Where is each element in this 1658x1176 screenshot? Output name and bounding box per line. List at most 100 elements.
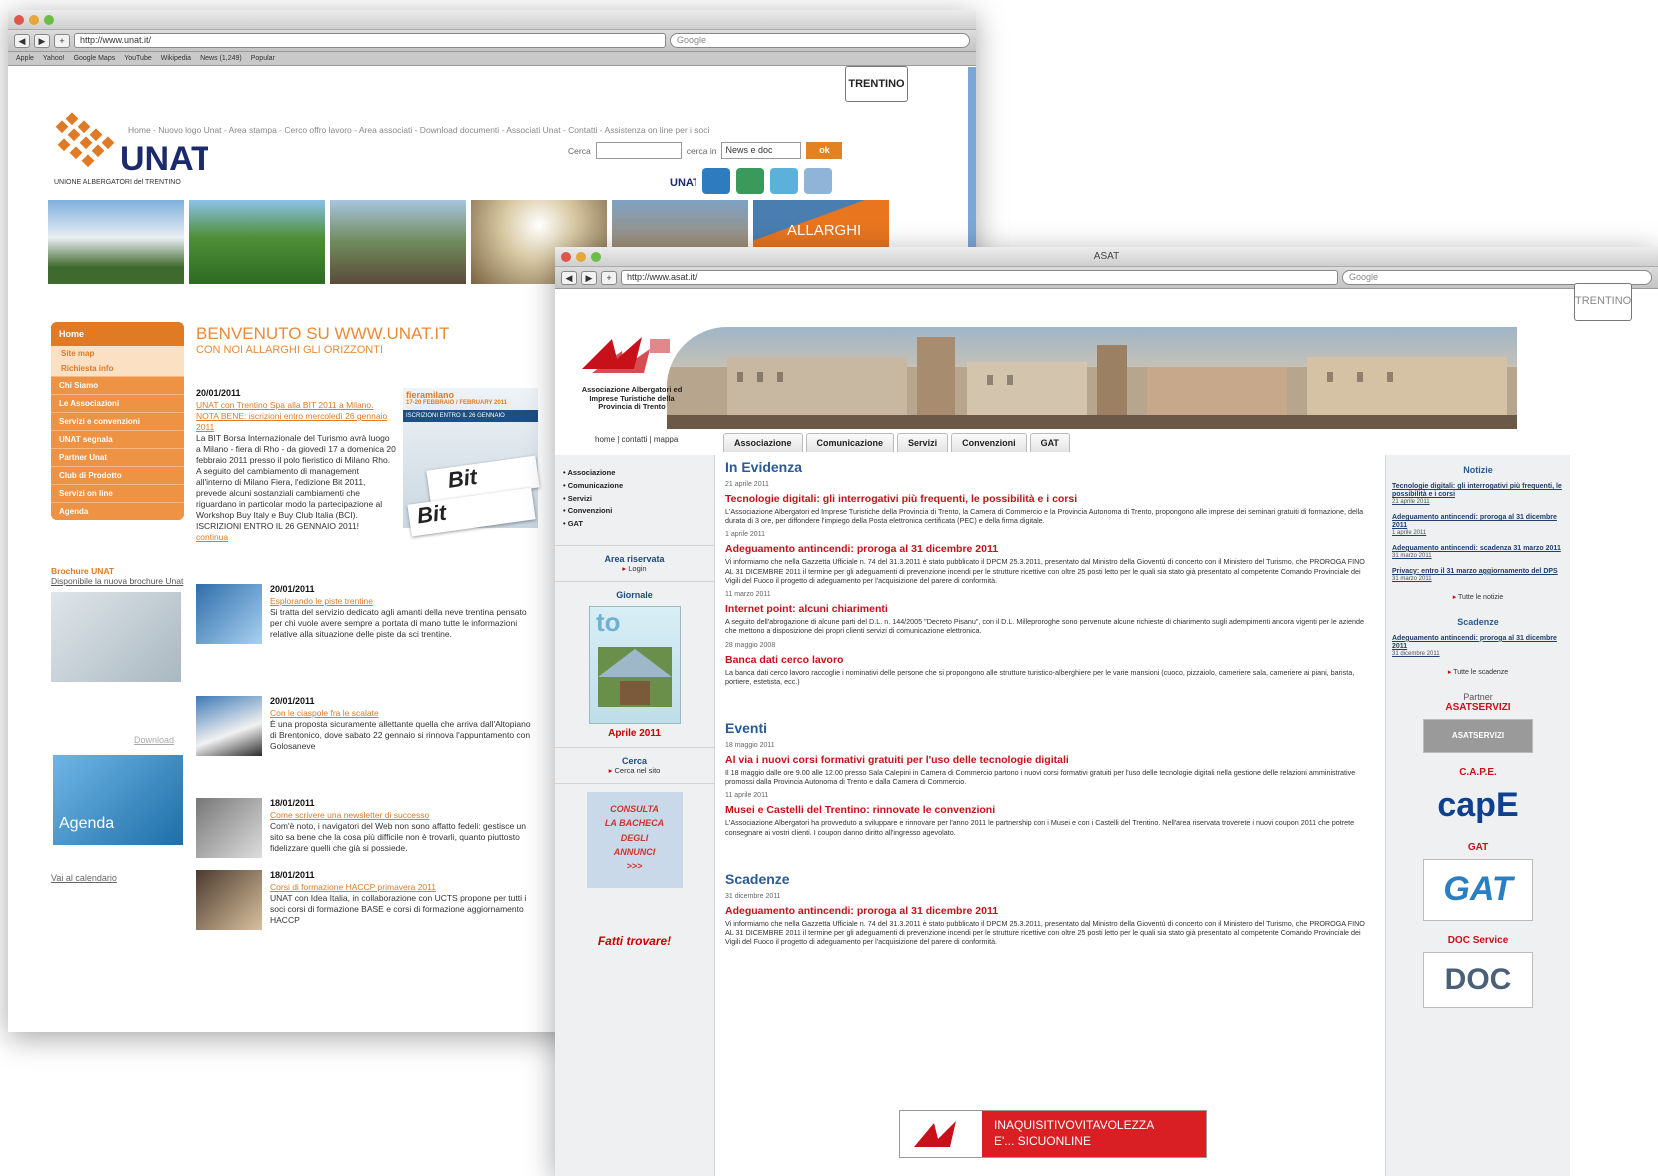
home-contatti-mappa-links[interactable]: home | contatti | mappa (595, 435, 678, 444)
side-menu-item[interactable]: • Convenzioni (563, 505, 714, 518)
association-logo-icon[interactable] (804, 168, 832, 194)
download-link[interactable]: Download (134, 735, 174, 745)
search-ok-button[interactable]: ok (806, 142, 843, 159)
side-menu-item[interactable]: • Associazione (563, 467, 714, 480)
nav-item[interactable]: Chi Siamo (51, 376, 184, 394)
nav-item[interactable]: Servizi on line (51, 484, 184, 502)
back-icon[interactable]: ◀ (14, 33, 30, 48)
bookmark-item[interactable]: YouTube (124, 52, 152, 65)
tab-convenzioni[interactable]: Convenzioni (951, 433, 1027, 452)
google-search-input[interactable]: Google (670, 33, 970, 48)
notizia-link[interactable]: Privacy: entro il 31 marzo aggiornamento… (1386, 568, 1570, 583)
association-logo-icon[interactable] (736, 168, 764, 194)
news-title[interactable]: Adeguamento antincendi: proroga al 31 di… (725, 543, 1365, 555)
news-title[interactable]: Tecnologie digitali: gli interrogativi p… (725, 493, 1365, 505)
notizia-link[interactable]: Adeguamento antincendi: scadenza 31 marz… (1386, 545, 1570, 560)
news-thumbnail[interactable] (196, 798, 262, 858)
nav-item[interactable]: UNAT segnala (51, 430, 184, 448)
login-link[interactable]: ▸ Login (555, 564, 714, 573)
forward-icon[interactable]: ▶ (581, 270, 597, 285)
news-thumbnail[interactable] (196, 584, 262, 644)
zoom-window-button[interactable] (591, 252, 601, 262)
tab-gat[interactable]: GAT (1029, 433, 1070, 452)
bookmark-item[interactable]: News (1,249) (200, 52, 242, 65)
nav-home[interactable]: Home (51, 322, 184, 346)
minimize-window-button[interactable] (29, 15, 39, 25)
brochure-image[interactable] (51, 592, 181, 682)
section-heading-in-evidenza: In Evidenza (725, 459, 803, 475)
nav-item[interactable]: Agenda (51, 502, 184, 520)
news-link[interactable]: UNAT con Trentino Spa alla BIT 2011 a Mi… (196, 400, 396, 433)
address-bar[interactable]: http://www.unat.it/ (74, 33, 666, 48)
fatti-trovare-link[interactable]: Fatti trovare! (555, 934, 714, 948)
tutte-le-scadenze-link[interactable]: ▸ Tutte le scadenze (1386, 668, 1570, 676)
tab-comunicazione[interactable]: Comunicazione (805, 433, 895, 452)
news-link[interactable]: Come scrivere una newsletter di successo (270, 810, 536, 821)
doc-logo[interactable]: DOC (1423, 951, 1533, 1008)
agenda-image[interactable]: Agenda (53, 755, 183, 845)
trentino-badge[interactable]: TRENTINO (845, 66, 908, 102)
calendar-link[interactable]: Vai al calendario (51, 873, 117, 883)
address-bar[interactable]: http://www.asat.it/ (621, 270, 1338, 285)
minimize-window-button[interactable] (576, 252, 586, 262)
news-link[interactable]: Con le ciaspole fra le scalate (270, 708, 536, 719)
add-bookmark-icon[interactable]: + (601, 270, 617, 285)
giornale-issue[interactable]: Aprile 2011 (555, 728, 714, 739)
news-title[interactable]: Internet point: alcuni chiarimenti (725, 603, 1365, 615)
bookmark-item[interactable]: Yahoo! (43, 52, 65, 65)
notizia-link[interactable]: Adeguamento antincendi: proroga al 31 di… (1386, 514, 1570, 537)
add-bookmark-icon[interactable]: + (54, 33, 70, 48)
cape-logo[interactable]: capE (1423, 784, 1533, 828)
search-scope-select[interactable]: News e doc (721, 142, 802, 159)
trentino-badge[interactable]: TRENTINO (1574, 283, 1632, 321)
unat-logo[interactable]: UNAT (48, 108, 212, 188)
nav-item[interactable]: Le Associazioni (51, 394, 184, 412)
bookmark-item[interactable]: Apple (16, 52, 34, 65)
side-menu-item[interactable]: • Servizi (563, 493, 714, 506)
association-logo-icon[interactable] (770, 168, 798, 194)
cerca-nel-sito-link[interactable]: ▸ Cerca nel sito (555, 766, 714, 775)
asatservizi-logo[interactable]: ASATSERVIZI (1423, 718, 1533, 753)
back-icon[interactable]: ◀ (561, 270, 577, 285)
news-thumbnail[interactable] (196, 870, 262, 930)
bit-fair-ad[interactable]: fieramilano 17-20 FEBBRAIO / FEBRUARY 20… (403, 388, 540, 537)
zoom-window-button[interactable] (44, 15, 54, 25)
search-input[interactable] (595, 142, 682, 159)
close-window-button[interactable] (14, 15, 24, 25)
bacheca-annunci-button[interactable]: CONSULTA LA BACHECA DEGLI ANNUNCI >>> (586, 791, 683, 888)
bookmark-item[interactable]: Google Maps (74, 52, 116, 65)
nav-site-map[interactable]: Site map (51, 346, 184, 361)
news-title[interactable]: Banca dati cerco lavoro (725, 654, 1365, 666)
unat-small-logo-icon[interactable]: UNAT (668, 168, 696, 194)
bookmark-item[interactable]: Popular (251, 52, 275, 65)
brochure-link[interactable]: Disponibile la nuova brochure Unat (51, 576, 184, 586)
side-menu-item[interactable]: • GAT (563, 518, 714, 531)
forward-icon[interactable]: ▶ (34, 33, 50, 48)
scadenza-link[interactable]: Adeguamento antincendi: proroga al 31 di… (1386, 635, 1570, 658)
close-window-button[interactable] (561, 252, 571, 262)
deadline-title[interactable]: Adeguamento antincendi: proroga al 31 di… (725, 905, 1365, 917)
gat-logo[interactable]: GAT (1423, 858, 1533, 921)
nav-richiesta-info[interactable]: Richiesta info (51, 361, 184, 376)
association-logo-icon[interactable] (702, 168, 730, 194)
tab-servizi[interactable]: Servizi (897, 433, 949, 452)
notizia-link[interactable]: Tecnologie digitali: gli interrogativi p… (1386, 483, 1570, 506)
nav-item[interactable]: Servizi e convenzioni (51, 412, 184, 430)
continua-link[interactable]: continua (196, 532, 396, 543)
scrollbar[interactable] (968, 67, 976, 247)
news-thumbnail[interactable] (196, 696, 262, 756)
event-title[interactable]: Al via i nuovi corsi formativi gratuiti … (725, 754, 1365, 766)
bookmark-item[interactable]: Wikipedia (161, 52, 191, 65)
side-menu-item[interactable]: • Comunicazione (563, 480, 714, 493)
nav-item[interactable]: Partner Unat (51, 448, 184, 466)
news-link[interactable]: Esplorando le piste trentine (270, 596, 536, 607)
top-navigation[interactable]: Home - Nuovo logo Unat - Area stampa - C… (128, 125, 709, 135)
sicuonline-banner[interactable]: INAQUISITIVOVITAVOLEZZA E'... SICUONLINE (899, 1110, 1207, 1158)
news-link[interactable]: Corsi di formazione HACCP primavera 2011 (270, 882, 536, 893)
magazine-cover-image[interactable]: to (588, 605, 681, 724)
tutte-le-notizie-link[interactable]: ▸ Tutte le notizie (1386, 593, 1570, 601)
tab-associazione[interactable]: Associazione (723, 433, 803, 452)
asat-logo[interactable]: Associazione Albergatori ed Imprese Turi… (572, 329, 692, 412)
nav-item[interactable]: Club di Prodotto (51, 466, 184, 484)
event-title[interactable]: Musei e Castelli del Trentino: rinnovate… (725, 804, 1365, 816)
